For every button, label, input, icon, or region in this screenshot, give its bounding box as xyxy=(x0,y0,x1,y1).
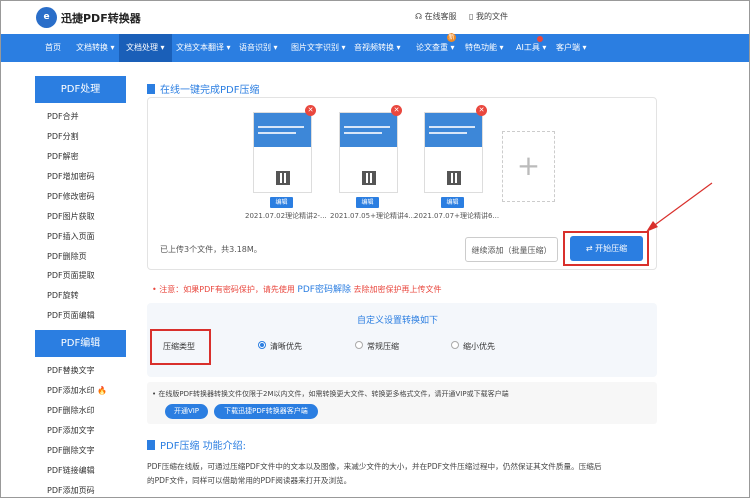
file-name: 2021.07.07+理论精讲6... xyxy=(414,212,500,220)
sidebar-item-add-text[interactable]: PDF添加文字 xyxy=(47,425,95,436)
nav-doc-translate[interactable]: 文档文本翻译 ▾ xyxy=(169,34,238,62)
fire-icon: 🔥 xyxy=(97,386,108,395)
radio-clarity-first[interactable] xyxy=(258,341,266,349)
sidebar-item-change-password[interactable]: PDF修改密码 xyxy=(47,191,95,202)
sidebar-item-page-edit[interactable]: PDF页面编辑 xyxy=(47,310,95,321)
sidebar-item-add-password[interactable]: PDF增加密码 xyxy=(47,171,95,182)
document-icon xyxy=(147,84,155,94)
top-bar: e 迅捷PDF转换器 ☊ 在线客服 ▯ 我的文件 xyxy=(0,0,750,34)
qr-code-icon xyxy=(362,171,376,185)
nav-ai-tools[interactable]: AI工具 ▾ xyxy=(509,34,553,62)
sidebar-pdf-process: PDF处理 xyxy=(35,76,126,103)
sidebar-item-merge[interactable]: PDF合并 xyxy=(47,111,79,122)
radio-normal[interactable] xyxy=(355,341,363,349)
sidebar-item-delete-page[interactable]: PDF删除页 xyxy=(47,251,87,262)
file-name: 2021.07.05+理论精讲4... xyxy=(330,212,416,220)
hot-dot xyxy=(537,36,543,42)
sidebar-heading-pdf-edit: PDF编辑 xyxy=(35,330,126,357)
thumbnail-cover xyxy=(254,113,311,147)
nav-doc-convert[interactable]: 文档转换 ▾ xyxy=(69,34,122,62)
edit-file-button[interactable]: 编辑 xyxy=(270,197,293,208)
sidebar-item-rotate[interactable]: PDF旋转 xyxy=(47,290,79,301)
sidebar-item-decrypt[interactable]: PDF解密 xyxy=(47,151,79,162)
intro-text: PDF压缩在线版，可通过压缩PDF文件中的文本以及图像，来减少文件的大小，并在P… xyxy=(147,462,602,471)
sidebar-item-delete-text[interactable]: PDF删除文字 xyxy=(47,445,95,456)
file-name: 2021.07.02理论精讲2-... xyxy=(245,212,327,220)
password-note: • 注意：如果PDF有密码保护，请先使用 PDF密码解除 去除加密保护再上传文件 xyxy=(152,285,442,295)
file-thumbnail[interactable] xyxy=(253,112,312,193)
file-icon: ▯ xyxy=(469,12,476,21)
highlight-box xyxy=(563,231,649,266)
new-badge: 新 xyxy=(447,33,456,42)
nav-home[interactable]: 首页 xyxy=(38,34,68,62)
delete-file-icon[interactable]: ✕ xyxy=(305,105,316,116)
file-thumbnail[interactable] xyxy=(339,112,398,193)
radio-label[interactable]: 清晰优先 xyxy=(270,341,302,352)
upload-status: 已上传3个文件，共3.18M。 xyxy=(160,245,262,254)
vip-note: • 在线版PDF转换器转换文件仅限于2M以内文件，如需转换更大文件、转换更多格式… xyxy=(152,390,509,398)
plus-icon: + xyxy=(516,149,541,182)
page-title: 在线一键完成PDF压缩 xyxy=(147,81,259,96)
radio-smaller-first[interactable] xyxy=(451,341,459,349)
headset-icon: ☊ xyxy=(415,12,425,21)
intro-text: 的PDF文件，同样可以借助常用的PDF阅读器来打开及浏览。 xyxy=(147,476,352,485)
sidebar-item-extract-images[interactable]: PDF图片获取 xyxy=(47,211,95,222)
open-vip-button[interactable]: 开通VIP xyxy=(165,404,208,419)
sidebar-pdf-edit: PDF编辑 xyxy=(35,330,126,357)
delete-file-icon[interactable]: ✕ xyxy=(476,105,487,116)
radio-label[interactable]: 常规压缩 xyxy=(367,341,399,352)
customer-service-link[interactable]: ☊ 在线客服 xyxy=(415,11,457,22)
password-remove-link[interactable]: PDF密码解除 xyxy=(297,285,351,295)
sidebar-item-link-edit[interactable]: PDF链接编辑 xyxy=(47,465,95,476)
intro-title: PDF压缩 功能介绍: xyxy=(147,437,246,452)
sidebar-item-remove-watermark[interactable]: PDF删除水印 xyxy=(47,405,95,416)
file-thumbnail[interactable] xyxy=(424,112,483,193)
document-icon xyxy=(147,440,155,450)
settings-title: 自定义设置转换如下 xyxy=(357,316,439,326)
main-nav: 首页 文档转换 ▾ 文档处理 ▾ 文档文本翻译 ▾ 语音识别 ▾ 图片文字识别 … xyxy=(0,33,750,62)
radio-label[interactable]: 缩小优先 xyxy=(463,341,495,352)
thumbnail-cover xyxy=(340,113,397,147)
add-more-button[interactable]: 继续添加（批量压缩） xyxy=(465,237,558,262)
nav-speech[interactable]: 语音识别 ▾ xyxy=(232,34,285,62)
sidebar-item-insert-page[interactable]: PDF插入页面 xyxy=(47,231,95,242)
edit-file-button[interactable]: 编辑 xyxy=(356,197,379,208)
nav-features[interactable]: 特色功能 ▾ xyxy=(458,34,511,62)
sidebar-item-add-watermark[interactable]: PDF添加水印 🔥 xyxy=(47,385,107,396)
qr-code-icon xyxy=(276,171,290,185)
sidebar-heading-pdf-process: PDF处理 xyxy=(35,76,126,103)
my-files-link[interactable]: ▯ 我的文件 xyxy=(469,11,508,22)
download-client-button[interactable]: 下载迅捷PDF转换器客户端 xyxy=(214,404,318,419)
nav-av-convert[interactable]: 音视频转换 ▾ xyxy=(347,34,408,62)
nav-ocr[interactable]: 图片文字识别 ▾ xyxy=(284,34,353,62)
sidebar-item-add-page-number[interactable]: PDF添加页码 xyxy=(47,485,95,496)
edit-file-button[interactable]: 编辑 xyxy=(441,197,464,208)
nav-client[interactable]: 客户端 ▾ xyxy=(549,34,594,62)
logo-text[interactable]: 迅捷PDF转换器 xyxy=(61,10,141,26)
add-file-button[interactable]: + xyxy=(502,131,555,202)
qr-code-icon xyxy=(447,171,461,185)
annotation-arrow xyxy=(646,182,713,232)
thumbnail-cover xyxy=(425,113,482,147)
sidebar-item-replace-text[interactable]: PDF替换文字 xyxy=(47,365,95,376)
highlight-box xyxy=(150,329,211,365)
delete-file-icon[interactable]: ✕ xyxy=(391,105,402,116)
sidebar-item-extract-page[interactable]: PDF页面提取 xyxy=(47,270,95,281)
logo-icon: e xyxy=(36,7,57,28)
nav-doc-process[interactable]: 文档处理 ▾ xyxy=(119,34,172,62)
sidebar-item-split[interactable]: PDF分割 xyxy=(47,131,79,142)
